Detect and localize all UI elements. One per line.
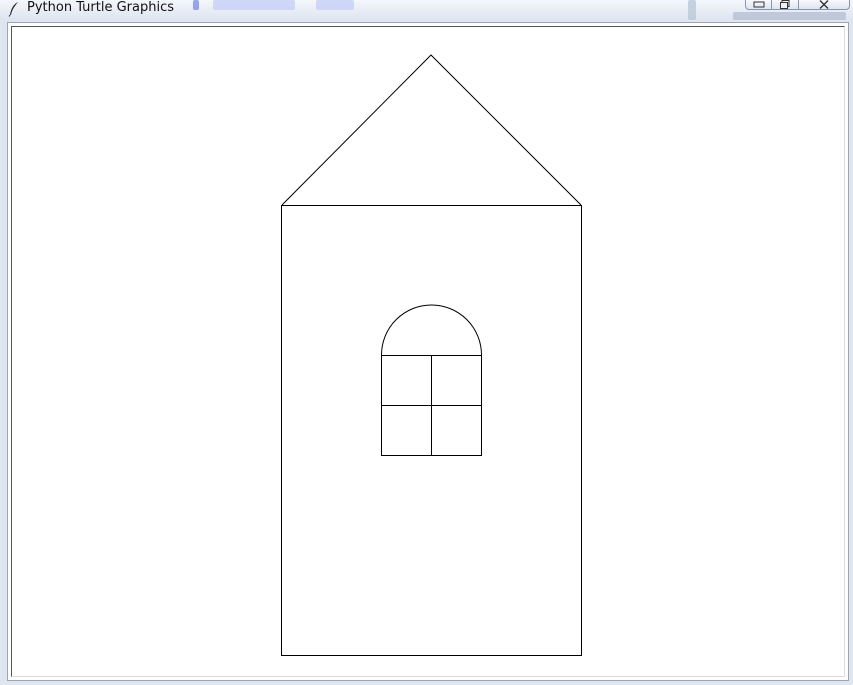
house-drawing	[281, 54, 582, 656]
window-arch	[381, 304, 482, 356]
roof-outline	[281, 54, 582, 206]
turtle-window: Python Turtle Graphics	[0, 0, 853, 685]
